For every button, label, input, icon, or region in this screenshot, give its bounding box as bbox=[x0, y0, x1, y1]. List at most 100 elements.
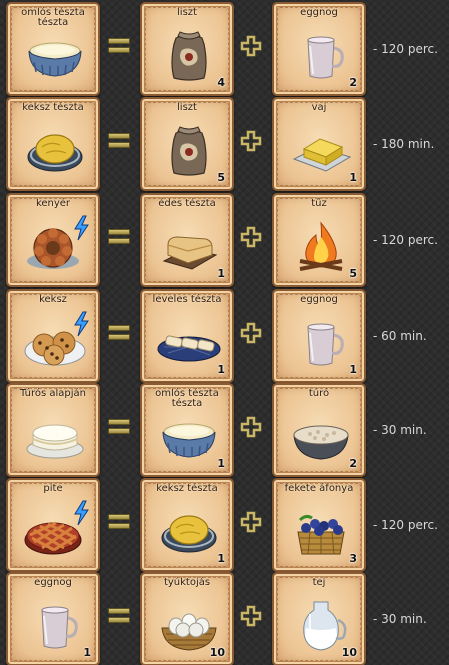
output-card[interactable]: pite bbox=[6, 478, 100, 572]
output-card[interactable]: kenyér bbox=[6, 193, 100, 287]
item-quantity: 4 bbox=[217, 76, 225, 89]
equals-icon bbox=[108, 512, 130, 530]
ingredient-card[interactable]: tűz 5 bbox=[272, 193, 366, 287]
eggnog-mug-icon bbox=[41, 606, 78, 649]
output-card[interactable]: omlós tészta tészta bbox=[6, 2, 100, 96]
lightning-icon bbox=[74, 500, 89, 526]
item-name: keksz bbox=[39, 294, 67, 305]
ingredient-card[interactable]: eggnog 2 bbox=[272, 2, 366, 96]
lightning-icon bbox=[74, 311, 89, 337]
item-name: édes tészta bbox=[158, 198, 216, 209]
item-quantity: 10 bbox=[341, 646, 357, 659]
equals-icon bbox=[108, 606, 130, 624]
item-name: tyúktojás bbox=[163, 577, 211, 588]
plus-icon bbox=[240, 511, 262, 533]
output-card[interactable]: Túrós alapján bbox=[6, 383, 100, 477]
bowl-dough-icon bbox=[162, 423, 216, 458]
recipe-row-omlos-teszta: omlós tészta tészta liszt 4 eggnog 2 - 1… bbox=[0, 2, 449, 96]
item-name: pite bbox=[43, 483, 63, 494]
recipe-row-eggnog: eggnog 1 tyúktojás 10 tej 10 - 30 min. bbox=[0, 572, 449, 665]
equals-icon bbox=[108, 227, 130, 245]
item-quantity: 2 bbox=[349, 457, 357, 470]
ingredient-card[interactable]: omlós tészta tészta 1 bbox=[140, 383, 234, 477]
craft-time: - 120 perc. bbox=[373, 42, 438, 56]
ingredient-card[interactable]: leveles tészta 1 bbox=[140, 289, 234, 383]
item-name: vaj bbox=[311, 102, 327, 113]
ingredient-card[interactable]: túró 2 bbox=[272, 383, 366, 477]
milk-jug-icon bbox=[303, 601, 347, 651]
equals-icon bbox=[108, 323, 130, 341]
butter-icon bbox=[292, 138, 352, 172]
item-quantity: 1 bbox=[217, 267, 225, 280]
item-name: keksz tészta bbox=[22, 102, 84, 113]
cottage-cheese-bowl-icon bbox=[293, 425, 349, 460]
item-name: tej bbox=[312, 577, 326, 588]
item-name: tűz bbox=[311, 198, 327, 209]
puff-pastry-icon bbox=[157, 335, 221, 362]
item-name: kenyér bbox=[35, 198, 71, 209]
flour-sack-icon bbox=[171, 31, 207, 81]
eggnog-mug-icon bbox=[307, 36, 344, 79]
output-card[interactable]: eggnog 1 bbox=[6, 572, 100, 665]
recipe-row-pite: pite keksz tészta 1 fekete áfonya 3 - 12… bbox=[0, 478, 449, 572]
cheesecake-icon bbox=[26, 424, 84, 459]
ingredient-card[interactable]: tej 10 bbox=[272, 572, 366, 665]
item-name: eggnog bbox=[300, 7, 338, 18]
item-quantity: 1 bbox=[83, 646, 91, 659]
plus-icon bbox=[240, 226, 262, 248]
eggnog-mug-icon bbox=[307, 323, 344, 366]
item-name: fekete áfonya bbox=[284, 483, 354, 494]
ingredient-card[interactable]: vaj 1 bbox=[272, 97, 366, 191]
plus-icon bbox=[240, 130, 262, 152]
item-quantity: 1 bbox=[217, 363, 225, 376]
fire-icon bbox=[299, 221, 343, 271]
item-name: keksz tészta bbox=[156, 483, 218, 494]
item-name: leveles tészta bbox=[152, 294, 222, 305]
item-name: eggnog bbox=[300, 294, 338, 305]
output-card[interactable]: keksz tészta bbox=[6, 97, 100, 191]
item-name: túró bbox=[308, 388, 330, 399]
item-name: liszt bbox=[177, 7, 197, 18]
item-quantity: 10 bbox=[209, 646, 225, 659]
blueberry-basket-icon bbox=[297, 514, 345, 555]
plus-icon bbox=[240, 416, 262, 438]
equals-icon bbox=[108, 417, 130, 435]
item-name: liszt bbox=[177, 102, 197, 113]
craft-time: - 120 perc. bbox=[373, 233, 438, 247]
item-name: Túrós alapján bbox=[20, 388, 86, 399]
craft-time: - 60 min. bbox=[373, 329, 427, 343]
sweet-dough-icon bbox=[162, 236, 218, 270]
egg-basket-icon bbox=[161, 613, 217, 651]
item-quantity: 2 bbox=[349, 76, 357, 89]
item-quantity: 1 bbox=[349, 363, 357, 376]
plus-icon bbox=[240, 605, 262, 627]
item-quantity: 1 bbox=[217, 552, 225, 565]
recipe-row-turos-alapjan: Túrós alapján omlós tészta tészta 1 túró… bbox=[0, 383, 449, 477]
item-quantity: 3 bbox=[349, 552, 357, 565]
item-quantity: 1 bbox=[217, 457, 225, 470]
item-name: omlós tészta tészta bbox=[21, 7, 85, 28]
ingredient-card[interactable]: tyúktojás 10 bbox=[140, 572, 234, 665]
ingredient-card[interactable]: eggnog 1 bbox=[272, 289, 366, 383]
ingredient-card[interactable]: keksz tészta 1 bbox=[140, 478, 234, 572]
ingredient-card[interactable]: liszt 5 bbox=[140, 97, 234, 191]
plus-icon bbox=[240, 35, 262, 57]
recipe-list: omlós tészta tészta liszt 4 eggnog 2 - 1… bbox=[0, 0, 449, 665]
item-name: eggnog bbox=[34, 577, 72, 588]
ingredient-card[interactable]: édes tészta 1 bbox=[140, 193, 234, 287]
lightning-icon bbox=[74, 215, 89, 241]
output-card[interactable]: keksz bbox=[6, 289, 100, 383]
flour-sack-icon bbox=[171, 126, 207, 176]
cookie-dough-icon bbox=[161, 515, 217, 553]
craft-time: - 30 min. bbox=[373, 423, 427, 437]
bowl-dough-icon bbox=[28, 42, 82, 77]
ingredient-card[interactable]: fekete áfonya 3 bbox=[272, 478, 366, 572]
plus-icon bbox=[240, 322, 262, 344]
item-name: omlós tészta tészta bbox=[155, 388, 219, 409]
item-quantity: 1 bbox=[349, 171, 357, 184]
recipe-row-keksz-teszta: keksz tészta liszt 5 vaj 1 - 180 min. bbox=[0, 97, 449, 191]
ingredient-card[interactable]: liszt 4 bbox=[140, 2, 234, 96]
item-quantity: 5 bbox=[217, 171, 225, 184]
cookie-dough-icon bbox=[27, 134, 83, 172]
craft-time: - 30 min. bbox=[373, 612, 427, 626]
